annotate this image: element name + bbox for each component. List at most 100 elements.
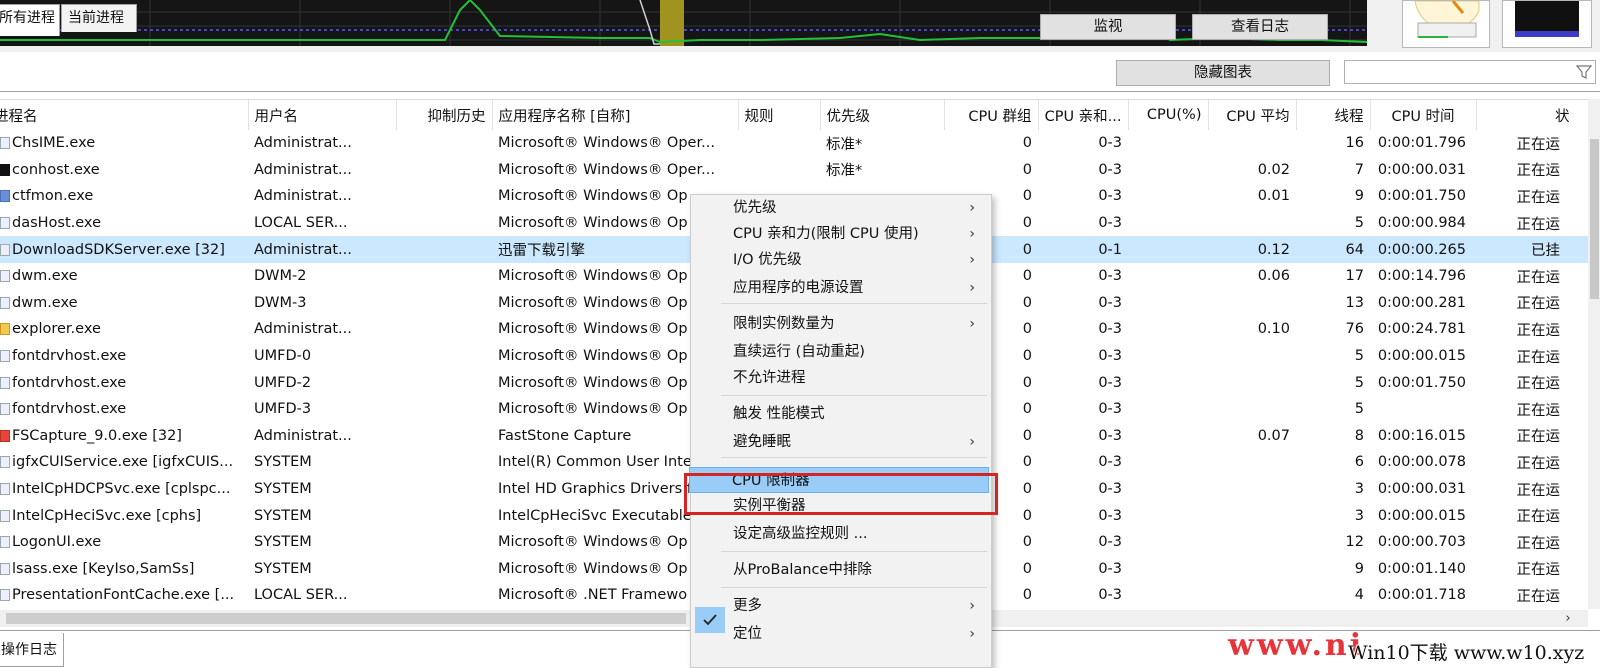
menu-item-advanced-watchdog[interactable]: 设定高级监控规则 ... (691, 521, 991, 547)
menu-item-disallow-process[interactable]: 不允许进程 (691, 365, 991, 391)
col-cpu-group[interactable]: CPU 群组 (944, 100, 1039, 130)
col-process-name[interactable]: 进程名 (0, 100, 243, 130)
menu-item-keep-running[interactable]: 直续运行 (自动重起) (691, 339, 991, 365)
menu-item-locate[interactable]: 定位 › (691, 621, 991, 647)
col-app-name[interactable]: 应用程序名称 [自称] (492, 100, 739, 130)
cell-user: SYSTEM (254, 534, 312, 551)
vertical-scroll-thumb[interactable] (1590, 139, 1599, 299)
menu-item-prevent-sleep[interactable]: 避免睡眠 › (691, 429, 991, 455)
cell-cpu-percent (1128, 449, 1208, 476)
horizontal-scroll-thumb[interactable] (6, 613, 686, 624)
tab-action-log[interactable]: 操作日志 (0, 633, 64, 667)
chevron-right-icon: › (969, 280, 975, 296)
vertical-scrollbar[interactable] (1588, 99, 1600, 609)
cell-cpu-percent (1128, 396, 1208, 423)
cell-cpu-average (1208, 343, 1296, 370)
cell-user: LOCAL SER... (254, 215, 348, 232)
menu-item-priority[interactable]: 优先级 › (691, 195, 991, 221)
cell-history (396, 396, 492, 423)
cell-threads: 7 (1354, 161, 1364, 178)
menu-item-more[interactable]: 更多 › (691, 593, 991, 619)
cell-user: LOCAL SER... (254, 587, 348, 604)
process-icon (0, 483, 10, 496)
tab-all-processes[interactable]: 所有进程 (0, 4, 60, 36)
cell-status: 正在运 (1516, 216, 1561, 233)
cell-status: 正在运 (1516, 163, 1561, 180)
col-restraint-history[interactable]: 抑制历史 (396, 100, 493, 130)
menu-separator (721, 395, 987, 396)
col-cpu-average[interactable]: CPU 平均 (1208, 100, 1297, 130)
col-cpu-percent[interactable]: CPU(%) (1128, 100, 1209, 130)
cell-process-name: dwm.exe (0, 263, 248, 290)
cell-cpu-affinity: 0-3 (1098, 215, 1122, 232)
cell-cpu-average (1208, 582, 1296, 609)
cell-cpu-affinity: 0-3 (1098, 560, 1122, 577)
table-row[interactable]: conhost.exe Administrat... Microsoft® Wind… (0, 157, 1588, 184)
process-icon (0, 536, 10, 549)
cell-cpu-average: 0.07 (1257, 427, 1290, 444)
menu-item-instance-limit[interactable]: 限制实例数量为 › (691, 311, 991, 337)
cell-cpu-time: 0:00:00.031 (1377, 161, 1466, 178)
filter-icon[interactable] (1576, 64, 1592, 80)
chevron-right-icon: › (969, 200, 975, 216)
col-user-name[interactable]: 用户名 (248, 100, 397, 130)
process-icon (0, 403, 10, 416)
cell-user: UMFD-3 (254, 401, 312, 418)
cell-status: 正在运 (1516, 535, 1561, 552)
view-log-button[interactable]: 查看日志 (1192, 14, 1328, 40)
scroll-right-icon[interactable]: › (1560, 610, 1576, 627)
cell-cpu-affinity: 0-3 (1098, 374, 1122, 391)
filter-box[interactable] (1344, 60, 1596, 84)
monitor-button[interactable]: 监视 (1040, 14, 1176, 40)
cell-threads: 12 (1345, 534, 1364, 551)
cell-cpu-average (1208, 502, 1296, 529)
cell-process-name: explorer.exe (0, 316, 248, 343)
cell-history (396, 210, 492, 237)
menu-item-cpu-affinity[interactable]: CPU 亲和力(限制 CPU 使用) › (691, 221, 991, 247)
cell-user: DWM-3 (254, 294, 307, 311)
cell-history (396, 369, 492, 396)
cell-history (396, 502, 492, 529)
cell-cpu-percent (1128, 290, 1208, 317)
cell-cpu-average (1208, 476, 1296, 503)
cell-cpu-time: 0:00:14.796 (1377, 268, 1466, 285)
watermark-site: Win10下载 www.w10.xyz (1348, 642, 1585, 664)
cell-cpu-affinity: 0-3 (1098, 587, 1122, 604)
menu-item-io-priority[interactable]: I/O 优先级 › (691, 247, 991, 273)
col-rules[interactable]: 规则 (738, 100, 821, 130)
cell-cpu-average: 0.02 (1257, 161, 1290, 178)
cell-threads: 8 (1354, 427, 1364, 444)
chevron-right-icon: › (969, 434, 975, 450)
cell-user: UMFD-2 (254, 374, 312, 391)
table-row[interactable]: ChsIME.exe Administrat... Microsoft® Windo… (0, 130, 1588, 157)
col-cpu-affinity[interactable]: CPU 亲和... (1038, 100, 1129, 130)
cell-status: 正在运 (1516, 269, 1561, 286)
cell-cpu-average: 0.10 (1257, 321, 1290, 338)
chevron-right-icon: › (969, 598, 975, 614)
col-priority[interactable]: 优先级 (820, 100, 945, 130)
col-cpu-time[interactable]: CPU 时间 (1370, 100, 1477, 130)
col-threads[interactable]: 线程 (1296, 100, 1371, 130)
col-status[interactable]: 状 (1476, 100, 1588, 130)
cell-threads: 5 (1354, 401, 1364, 418)
filter-input[interactable] (1345, 61, 1570, 83)
cell-threads: 9 (1354, 560, 1364, 577)
menu-separator (721, 551, 987, 552)
cell-threads: 5 (1354, 348, 1364, 365)
process-icon (0, 190, 10, 203)
menu-item-exclude-probalance[interactable]: 从ProBalance中排除 (691, 557, 991, 583)
cell-cpu-percent (1128, 343, 1208, 370)
hide-graph-button[interactable]: 隐藏图表 (1116, 60, 1330, 86)
process-context-menu: 优先级 › CPU 亲和力(限制 CPU 使用) › I/O 优先级 › 应用程序的电… (689, 194, 992, 668)
memory-meter (1502, 0, 1592, 48)
chevron-right-icon: › (969, 252, 975, 268)
process-icon (0, 296, 10, 309)
cell-process-name: LogonUI.exe (0, 529, 248, 556)
tab-current-processes[interactable]: 当前进程 (61, 4, 137, 32)
cell-cpu-affinity: 0-3 (1098, 161, 1122, 178)
cell-cpu-time: 0:00:00.281 (1377, 294, 1466, 311)
cell-process-name: ChsIME.exe (0, 130, 248, 157)
menu-item-performance-mode[interactable]: 触发 性能模式 (691, 401, 991, 427)
cell-process-name: conhost.exe (0, 157, 248, 184)
menu-item-power-settings[interactable]: 应用程序的电源设置 › (691, 275, 991, 301)
